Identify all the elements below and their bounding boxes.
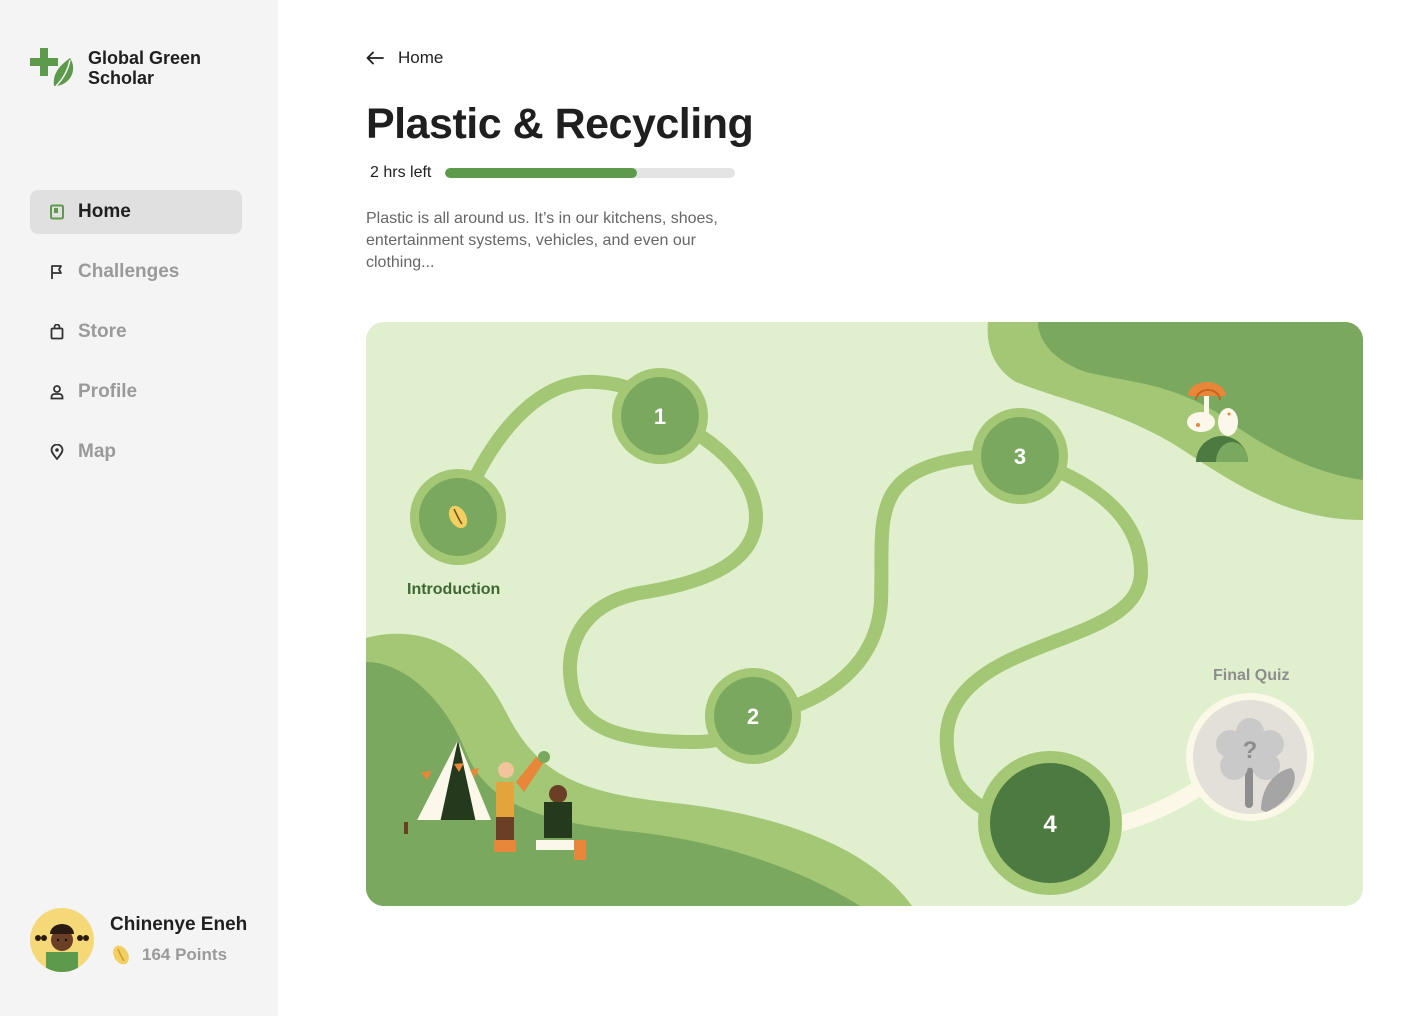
bag-icon	[48, 323, 66, 341]
intro-label: Introduction	[407, 581, 501, 598]
sidebar-item-label: Store	[78, 321, 127, 342]
svg-text:?: ?	[1243, 737, 1258, 764]
node-step-2[interactable]: 2	[705, 668, 801, 764]
progress-fill	[445, 168, 637, 178]
sidebar-item-label: Home	[78, 201, 131, 222]
back-link[interactable]: Home	[366, 48, 486, 68]
back-label: Home	[398, 48, 444, 67]
progress-bar	[445, 168, 736, 178]
sidebar-item-label: Profile	[78, 381, 138, 402]
map-nodes: 1 2 3 4 ?	[410, 368, 1314, 895]
node-step-3[interactable]: 3	[972, 408, 1068, 504]
person-icon	[48, 383, 66, 401]
page-title: Plastic & Recycling	[366, 100, 754, 148]
step-number: 4	[1043, 811, 1057, 838]
sidebar-item-label: Challenges	[78, 261, 180, 282]
user-card[interactable]: Chinenye Eneh 164 Points	[30, 908, 247, 972]
sidebar-nav: Home Challenges Store Profile Map	[30, 190, 242, 490]
node-step-1[interactable]: 1	[612, 368, 708, 464]
progress-row: 2 hrs left	[370, 164, 750, 182]
brand-logo[interactable]: Global Green Scholar	[30, 46, 218, 90]
sidebar-item-home[interactable]: Home	[30, 190, 242, 234]
step-number: 1	[654, 404, 666, 429]
node-final-quiz[interactable]: ?	[1186, 693, 1314, 821]
course-map: 1 2 3 4 ? Introduction Final Quiz	[366, 322, 1363, 906]
arrow-left-icon	[366, 51, 384, 65]
user-name: Chinenye Eneh	[110, 914, 248, 935]
sidebar-item-store[interactable]: Store	[30, 310, 242, 354]
brand-name: Global Green Scholar	[88, 48, 202, 88]
seed-icon	[113, 945, 129, 965]
user-points: 164 Points	[110, 944, 247, 966]
sidebar-item-map[interactable]: Map	[30, 430, 242, 474]
avatar	[30, 908, 94, 972]
sidebar: Global Green Scholar Home Challenges Sto…	[0, 0, 278, 1016]
sidebar-item-profile[interactable]: Profile	[30, 370, 242, 414]
node-step-4[interactable]: 4	[978, 751, 1122, 895]
step-number: 3	[1014, 444, 1026, 469]
sidebar-item-challenges[interactable]: Challenges	[30, 250, 242, 294]
pin-icon	[48, 443, 66, 461]
final-quiz-label: Final Quiz	[1213, 667, 1290, 684]
time-left: 2 hrs left	[370, 164, 432, 181]
sidebar-item-label: Map	[78, 441, 116, 462]
leaf-cross-logo-icon	[30, 48, 74, 87]
points-label: 164 Points	[142, 945, 228, 964]
book-icon	[48, 203, 66, 221]
step-number: 2	[747, 704, 759, 729]
course-description: Plastic is all around us. It’s in our ki…	[366, 210, 718, 271]
flag-icon	[48, 263, 66, 281]
node-introduction[interactable]	[410, 469, 506, 565]
